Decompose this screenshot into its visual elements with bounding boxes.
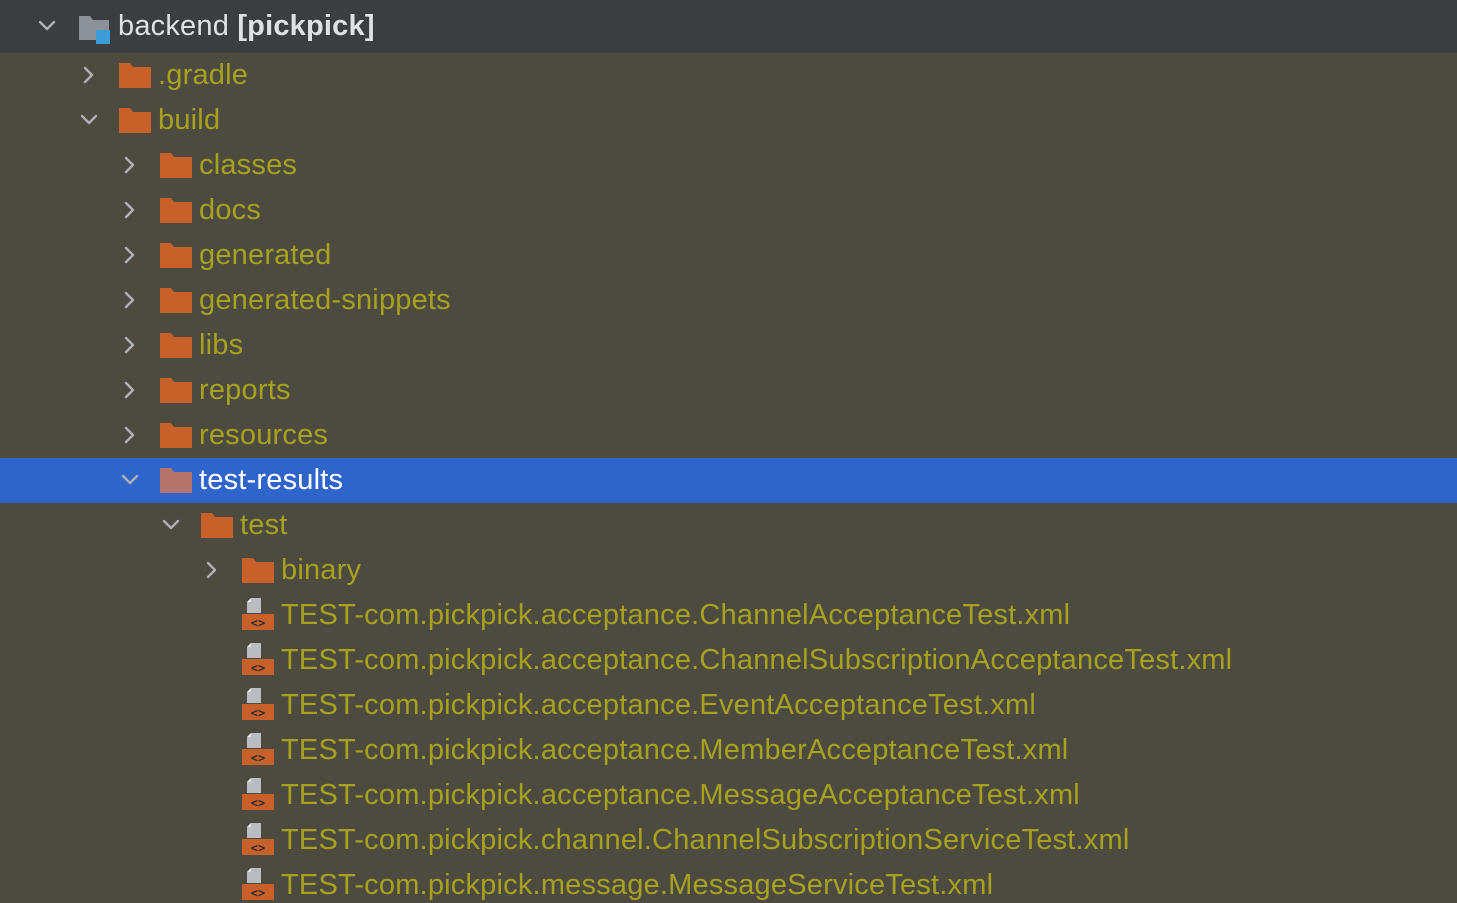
- tree-folder-row[interactable]: .gradle: [0, 53, 1457, 98]
- tree-item-label: build: [158, 104, 221, 136]
- svg-text:<>: <>: [251, 616, 265, 630]
- folder-icon: [159, 286, 193, 316]
- tree-item-label: TEST-com.pickpick.channel.ChannelSubscri…: [281, 824, 1130, 856]
- tree-item-label: docs: [199, 194, 262, 226]
- chevron-right-icon[interactable]: [116, 286, 144, 314]
- tree-folder-row[interactable]: binary: [0, 548, 1457, 593]
- tree-item-label: test-results: [199, 464, 344, 496]
- folder-icon: [241, 556, 275, 586]
- xml-file-icon: <>: [241, 687, 275, 720]
- tree-folder-row[interactable]: resources: [0, 413, 1457, 458]
- tree-root-row[interactable]: backend [pickpick]: [0, 0, 1457, 53]
- xml-file-icon: <>: [241, 732, 275, 765]
- tree-file-row[interactable]: <> TEST-com.pickpick.acceptance.ChannelAc…: [0, 593, 1457, 638]
- chevron-down-icon[interactable]: [75, 106, 103, 134]
- folder-icon: [159, 241, 193, 271]
- folder-icon: [159, 331, 193, 361]
- chevron-right-icon[interactable]: [198, 556, 226, 584]
- folder-icon: [159, 151, 193, 181]
- tree-folder-row[interactable]: test: [0, 503, 1457, 548]
- tree-item-label: reports: [199, 374, 291, 406]
- folder-icon: [118, 106, 152, 136]
- module-name: backend: [118, 10, 230, 42]
- tree-item-label: TEST-com.pickpick.acceptance.EventAccept…: [281, 689, 1037, 721]
- module-folder-icon: [78, 13, 112, 44]
- tree-item-label: classes: [199, 149, 298, 181]
- tree-folder-row[interactable]: generated-snippets: [0, 278, 1457, 323]
- svg-text:<>: <>: [251, 796, 265, 810]
- chevron-right-icon[interactable]: [116, 331, 144, 359]
- tree-item-label: binary: [281, 554, 362, 586]
- tree-file-row[interactable]: <> TEST-com.pickpick.message.MessageServi…: [0, 863, 1457, 903]
- tree-item-label: TEST-com.pickpick.acceptance.MessageAcce…: [281, 779, 1080, 811]
- xml-file-icon: <>: [241, 597, 275, 630]
- tree-item-label: TEST-com.pickpick.message.MessageService…: [281, 869, 994, 901]
- tree-file-row[interactable]: <> TEST-com.pickpick.acceptance.EventAcce…: [0, 683, 1457, 728]
- tree-file-row[interactable]: <> TEST-com.pickpick.acceptance.ChannelSu…: [0, 638, 1457, 683]
- xml-file-icon: <>: [241, 867, 275, 900]
- tree-folder-row[interactable]: test-results: [0, 458, 1457, 503]
- chevron-right-icon[interactable]: [116, 241, 144, 269]
- svg-text:<>: <>: [251, 841, 265, 855]
- tree-folder-row[interactable]: docs: [0, 188, 1457, 233]
- chevron-down-icon[interactable]: [33, 12, 61, 40]
- tree-item-label: TEST-com.pickpick.acceptance.MemberAccep…: [281, 734, 1069, 766]
- chevron-down-icon[interactable]: [116, 466, 144, 494]
- chevron-down-icon[interactable]: [157, 511, 185, 539]
- folder-icon: [159, 466, 193, 496]
- folder-icon: [200, 511, 234, 541]
- tree-file-row[interactable]: <> TEST-com.pickpick.acceptance.MessageAc…: [0, 773, 1457, 818]
- xml-file-icon: <>: [241, 822, 275, 855]
- tree-item-label: resources: [199, 419, 329, 451]
- svg-text:<>: <>: [251, 886, 265, 900]
- project-name: [pickpick]: [237, 10, 375, 42]
- tree-folder-row[interactable]: generated: [0, 233, 1457, 278]
- tree-root-label: backend [pickpick]: [118, 0, 375, 53]
- tree-item-label: .gradle: [158, 59, 249, 91]
- chevron-right-icon[interactable]: [75, 61, 103, 89]
- chevron-right-icon[interactable]: [116, 421, 144, 449]
- tree-item-label: TEST-com.pickpick.acceptance.ChannelSubs…: [281, 644, 1233, 676]
- tree-folder-row[interactable]: classes: [0, 143, 1457, 188]
- tree-item-label: TEST-com.pickpick.acceptance.ChannelAcce…: [281, 599, 1071, 631]
- tree-item-label: test: [240, 509, 288, 541]
- tree-folder-row[interactable]: build: [0, 98, 1457, 143]
- folder-icon: [159, 376, 193, 406]
- tree-folder-row[interactable]: libs: [0, 323, 1457, 368]
- svg-text:<>: <>: [251, 751, 265, 765]
- tree-item-label: libs: [199, 329, 244, 361]
- folder-icon: [159, 421, 193, 451]
- chevron-right-icon[interactable]: [116, 376, 144, 404]
- svg-text:<>: <>: [251, 661, 265, 675]
- xml-file-icon: <>: [241, 642, 275, 675]
- chevron-right-icon[interactable]: [116, 151, 144, 179]
- folder-icon: [118, 61, 152, 91]
- tree-file-row[interactable]: <> TEST-com.pickpick.acceptance.MemberAcc…: [0, 728, 1457, 773]
- project-tree: backend [pickpick] .gradle build classes do…: [0, 0, 1457, 903]
- tree-item-label: generated-snippets: [199, 284, 451, 316]
- tree-file-row[interactable]: <> TEST-com.pickpick.channel.ChannelSubsc…: [0, 818, 1457, 863]
- folder-icon: [159, 196, 193, 226]
- tree-folder-row[interactable]: reports: [0, 368, 1457, 413]
- tree-item-label: generated: [199, 239, 332, 271]
- chevron-right-icon[interactable]: [116, 196, 144, 224]
- xml-file-icon: <>: [241, 777, 275, 810]
- svg-text:<>: <>: [251, 706, 265, 720]
